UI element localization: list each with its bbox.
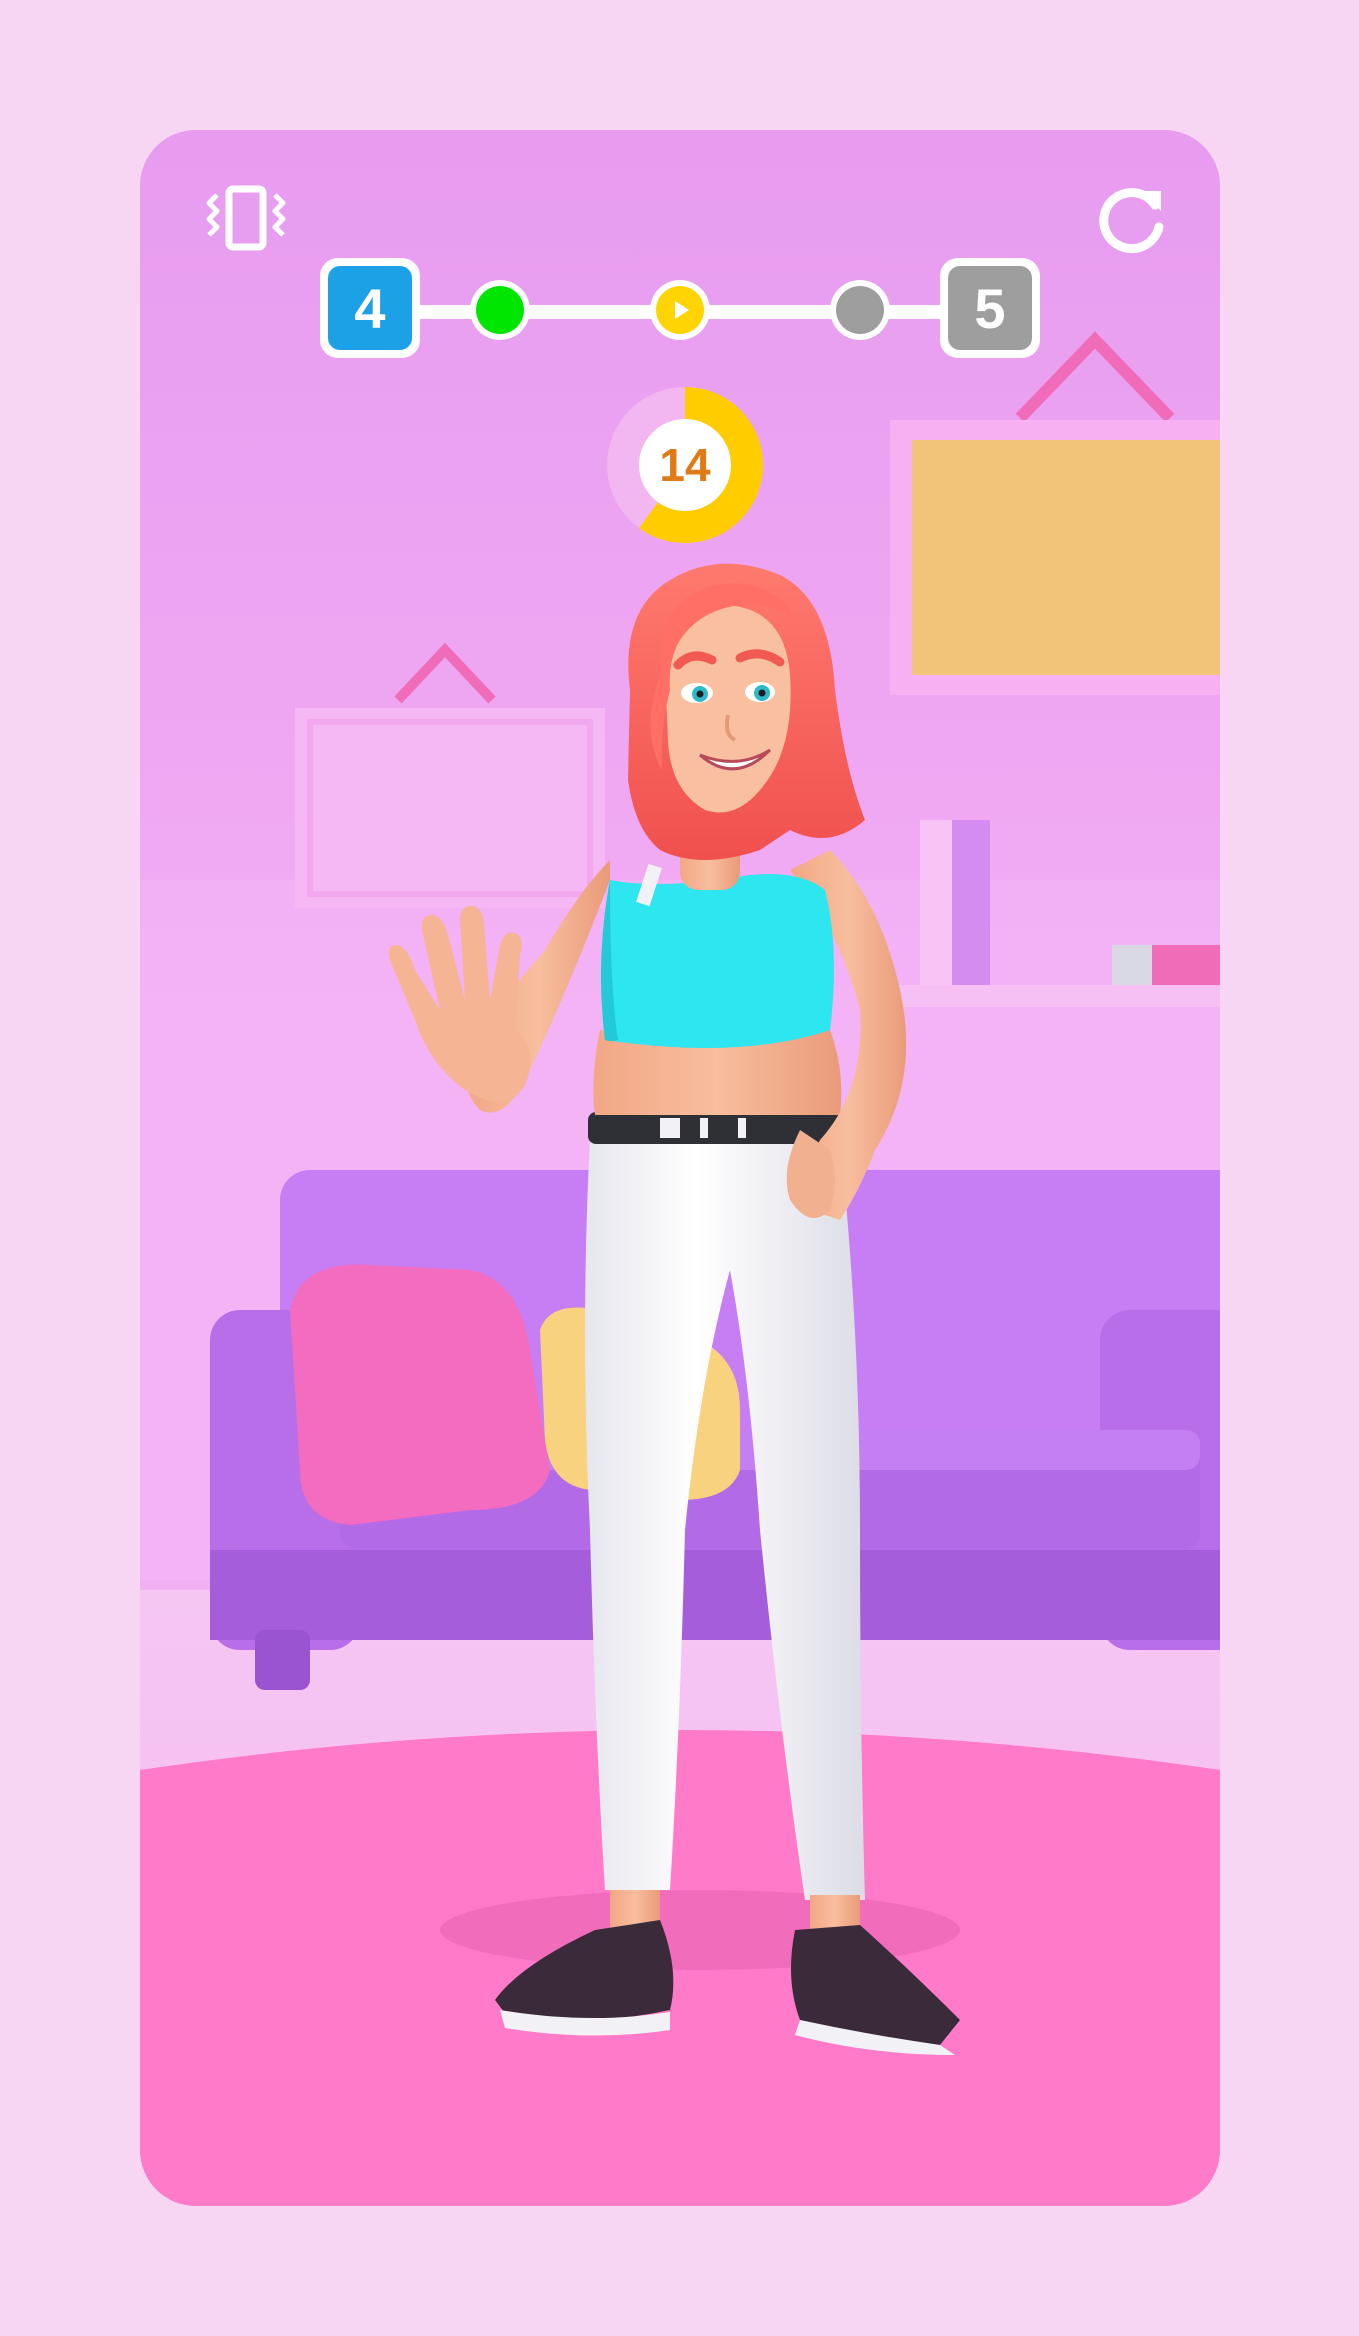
stage-locked-fill [836,286,884,334]
level-progress-bar: 4 5 [320,258,1040,362]
next-level-badge: 5 [940,258,1040,358]
timer-seconds: 14 [659,439,711,491]
restart-button[interactable] [1088,174,1178,264]
stage-dot-current [650,280,710,340]
current-level-badge: 4 [320,258,420,358]
stage-current-fill [656,286,704,334]
current-level-number: 4 [328,266,412,350]
restart-arrow-icon [1099,188,1164,254]
stage-completed-fill [476,286,524,334]
vibrate-toggle-button[interactable] [196,178,296,258]
stage-dot-locked [830,280,890,340]
next-level-number: 5 [948,266,1032,350]
game-screen: 4 5 14 [140,130,1220,2206]
countdown-timer: 14 [605,385,765,545]
vibrate-phone-icon [206,185,286,251]
play-icon [675,301,689,319]
stage-dot-completed [470,280,530,340]
